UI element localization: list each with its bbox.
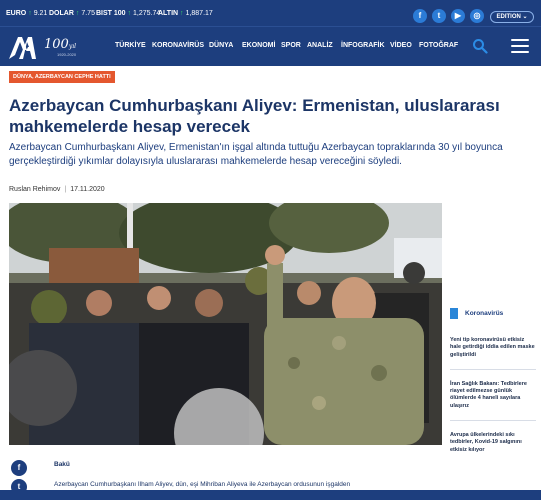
facebook-icon[interactable]: f [413,9,427,23]
ticker-altin-value: 1,887.17 [185,10,213,17]
article-body-start: Azerbaycan Cumhurbaşkanı İlham Aliyev, d… [54,481,351,488]
article-title: Azerbaycan Cumhurbaşkanı Aliyev: Ermenis… [9,96,500,136]
ticker-bist-label: BIST 100 [96,10,126,17]
youtube-icon[interactable]: ▶ [451,9,465,23]
ticker-bist100: BIST 100 ↑ 1,275.74 [96,10,160,17]
arrow-up-icon: ↑ [127,10,132,17]
nav-item-infografik[interactable]: İNFOGRAFİK [341,42,385,49]
nav-item-turkiye[interactable]: TÜRKİYE [115,42,146,49]
ticker-altin-label: ALTIN [158,10,179,17]
publish-date: 17.11.2020 [70,186,105,193]
nav-item-video[interactable]: VİDEO [390,42,412,49]
ticker-bist-value: 1,275.74 [133,10,161,17]
arrow-up-icon: ↑ [28,10,32,17]
nav-item-koronavirus[interactable]: KORONAVİRÜS [152,42,204,49]
ticker-dolar-value: 7.75 [81,10,95,17]
arrow-up-icon: ↑ [180,10,184,17]
bottom-bar [0,490,541,500]
ticker-altin: ALTIN ↑ 1,887.17 [158,10,213,17]
instagram-icon[interactable]: ◎ [470,9,484,23]
article-meta: Ruslan Rehimov | 17.11.2020 [9,186,105,193]
ticker-euro-value: 9.21 [33,10,48,17]
article-summary: Azerbaycan Cumhurbaşkanı Aliyev, Ermenis… [9,142,503,167]
nav-item-dunya[interactable]: DÜNYA [209,42,233,49]
nav-item-spor[interactable]: SPOR [281,42,301,49]
centennial-logo: 100yıl [44,37,76,52]
article-photo [9,203,442,445]
ticker-dolar-label: DOLAR [49,10,74,17]
arrow-up-icon: ↑ [75,10,80,17]
edition-dropdown[interactable]: EDITION ⌄ [490,11,534,23]
article-dateline: Bakü [54,461,70,468]
sidebar-news-item[interactable]: İran Sağlık Bakanı: Tedbirlere riayet ed… [450,381,536,422]
sidebar-header: Koronavirüs [450,308,536,320]
bookmark-icon [450,308,458,319]
sidebar-category[interactable]: Koronavirüs [465,310,503,317]
aa-logo-icon[interactable] [7,33,37,61]
twitter-icon[interactable]: t [432,9,446,23]
ticker-euro-label: EURO [6,10,27,17]
nav-item-fotograf[interactable]: FOTOĞRAF [419,42,458,49]
ticker-euro: EURO ↑ 9.21 [6,10,47,17]
hamburger-menu-icon[interactable] [511,39,529,53]
sidebar-koronavirus: Koronavirüs Yeni tip koronavirüsü etkisi… [450,308,536,475]
sidebar-news-item[interactable]: Avrupa ülkelerindeki sıkı tedbirler, Kov… [450,432,536,464]
logo-years-text: 1920-2020 [57,52,77,57]
logo-yil-text: yıl [68,43,77,50]
nav-item-ekonomi[interactable]: EKONOMİ [242,42,275,49]
share-facebook-icon[interactable]: f [11,460,27,476]
category-badge[interactable]: DÜNYA, AZERBAYCAN CEPHE HATTI [9,71,115,83]
meta-separator: | [64,186,67,193]
logo-100-text: 100 [44,37,69,52]
author-name[interactable]: Ruslan Rehimov [9,186,60,193]
nav-item-analiz[interactable]: ANALİZ [307,42,333,49]
market-ticker: EURO ↑ 9.21 DOLAR ↑ 7.75 BIST 100 ↑ 1,275.7… [0,0,541,26]
ticker-dolar: DOLAR ↑ 7.75 [49,10,95,17]
search-icon[interactable] [472,38,488,54]
crowd-photo-image [9,203,442,445]
sidebar-news-item[interactable]: Yeni tip koronavirüsü etkisiz hale getir… [450,337,536,370]
main-navbar: 100yıl 1920-2020 TÜRKİYE KORONAVİRÜS DÜN… [0,26,541,66]
